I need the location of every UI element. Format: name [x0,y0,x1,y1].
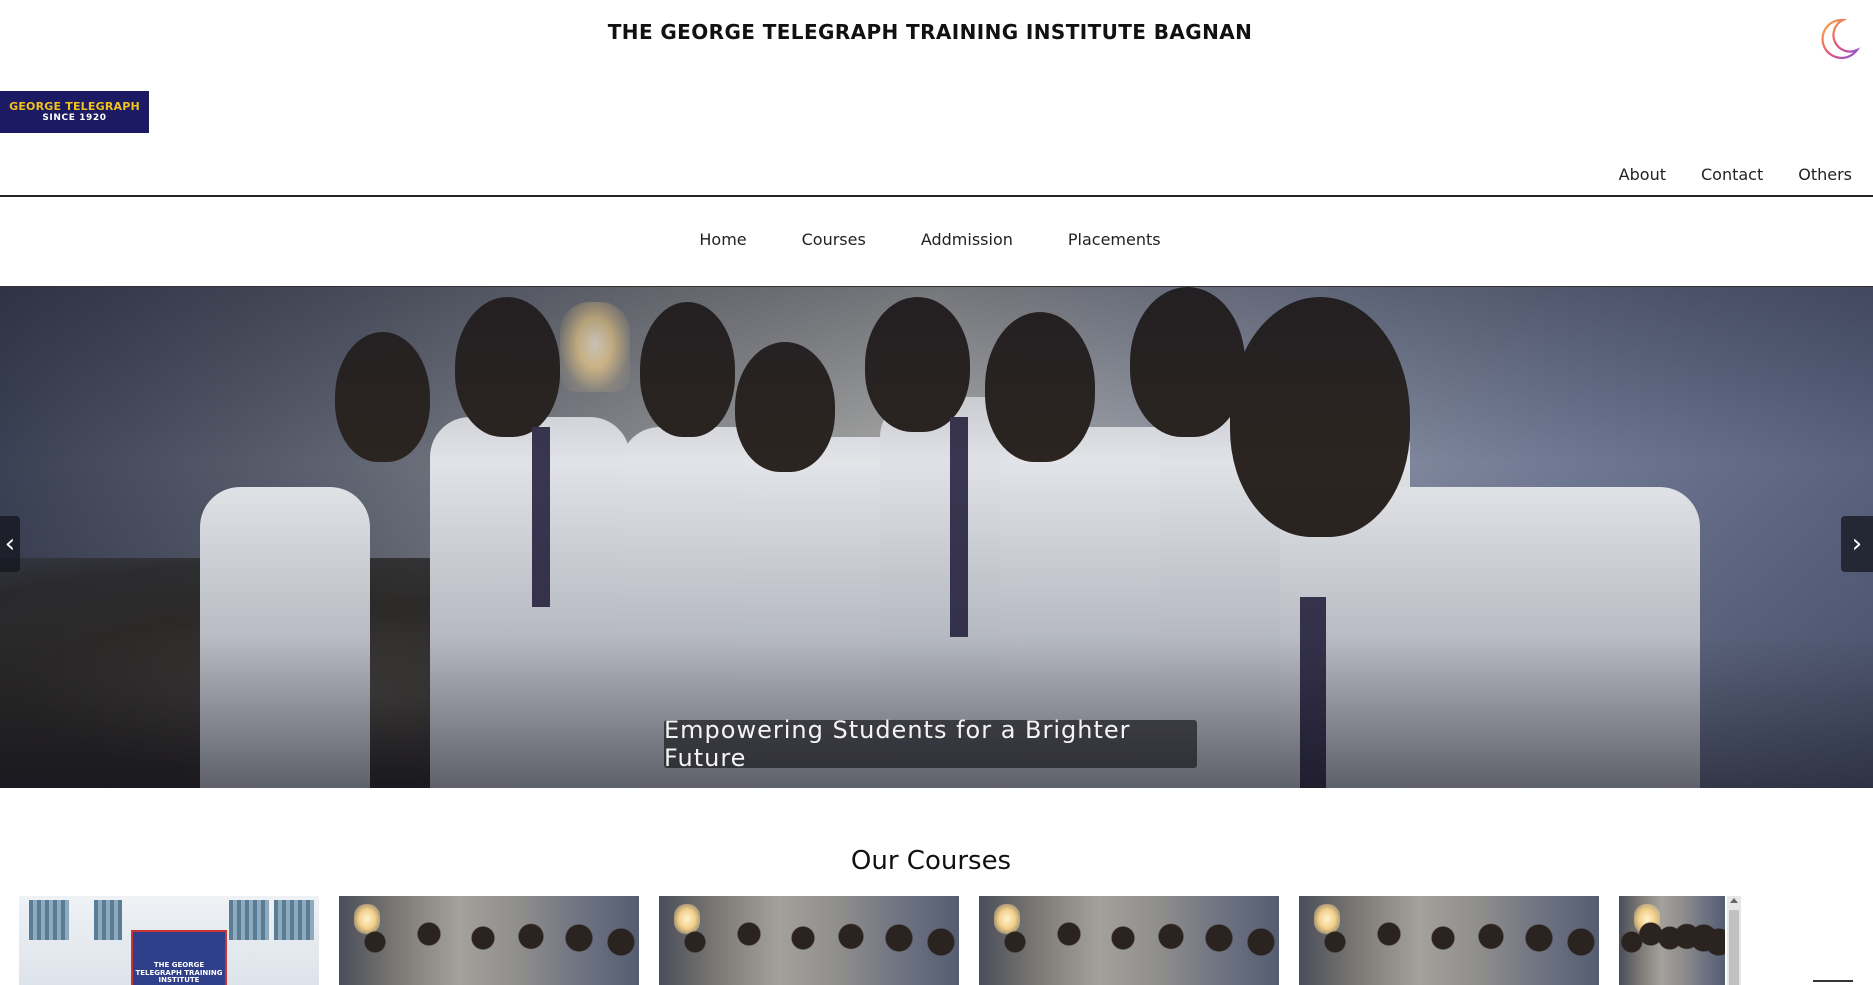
logo-line2: SINCE 1920 [42,113,107,123]
site-logo[interactable]: GEORGE TELEGRAPH SINCE 1920 [0,91,149,133]
link-about[interactable]: About [1619,165,1666,184]
link-contact[interactable]: Contact [1701,165,1763,184]
hero-caption: Empowering Students for a Brighter Futur… [664,716,1197,772]
chevron-right-icon[interactable]: › [1841,516,1873,572]
nav-home[interactable]: Home [699,230,746,249]
hero-slideshow [0,287,1873,788]
site-title: THE GEORGE TELEGRAPH TRAINING INSTITUTE … [607,20,1253,44]
course-card[interactable] [1299,896,1599,985]
course-card[interactable] [979,896,1279,985]
course-card[interactable] [1619,896,1725,985]
crescent-moon-icon[interactable] [1815,16,1861,62]
logo-line1: GEORGE TELEGRAPH [9,100,140,113]
course-card[interactable] [339,896,639,985]
courses-scrollbar[interactable] [1727,896,1741,985]
link-others[interactable]: Others [1798,165,1852,184]
nav-courses[interactable]: Courses [802,230,866,249]
divider [1813,980,1853,982]
nav-addmission[interactable]: Addmission [921,230,1013,249]
chevron-left-icon[interactable]: ‹ [0,516,20,572]
nav-placements[interactable]: Placements [1068,230,1161,249]
top-links: About Contact Others [1619,165,1852,184]
course-card[interactable]: THE GEORGE TELEGRAPH TRAINING INSTITUTE [19,896,319,985]
courses-carousel: THE GEORGE TELEGRAPH TRAINING INSTITUTE [19,896,1741,985]
courses-heading: Our Courses [850,846,1012,876]
building-sign: THE GEORGE TELEGRAPH TRAINING INSTITUTE [131,930,227,985]
course-card[interactable] [659,896,959,985]
header-divider [0,195,1873,197]
main-nav: Home Courses Addmission Placements [0,230,1860,249]
